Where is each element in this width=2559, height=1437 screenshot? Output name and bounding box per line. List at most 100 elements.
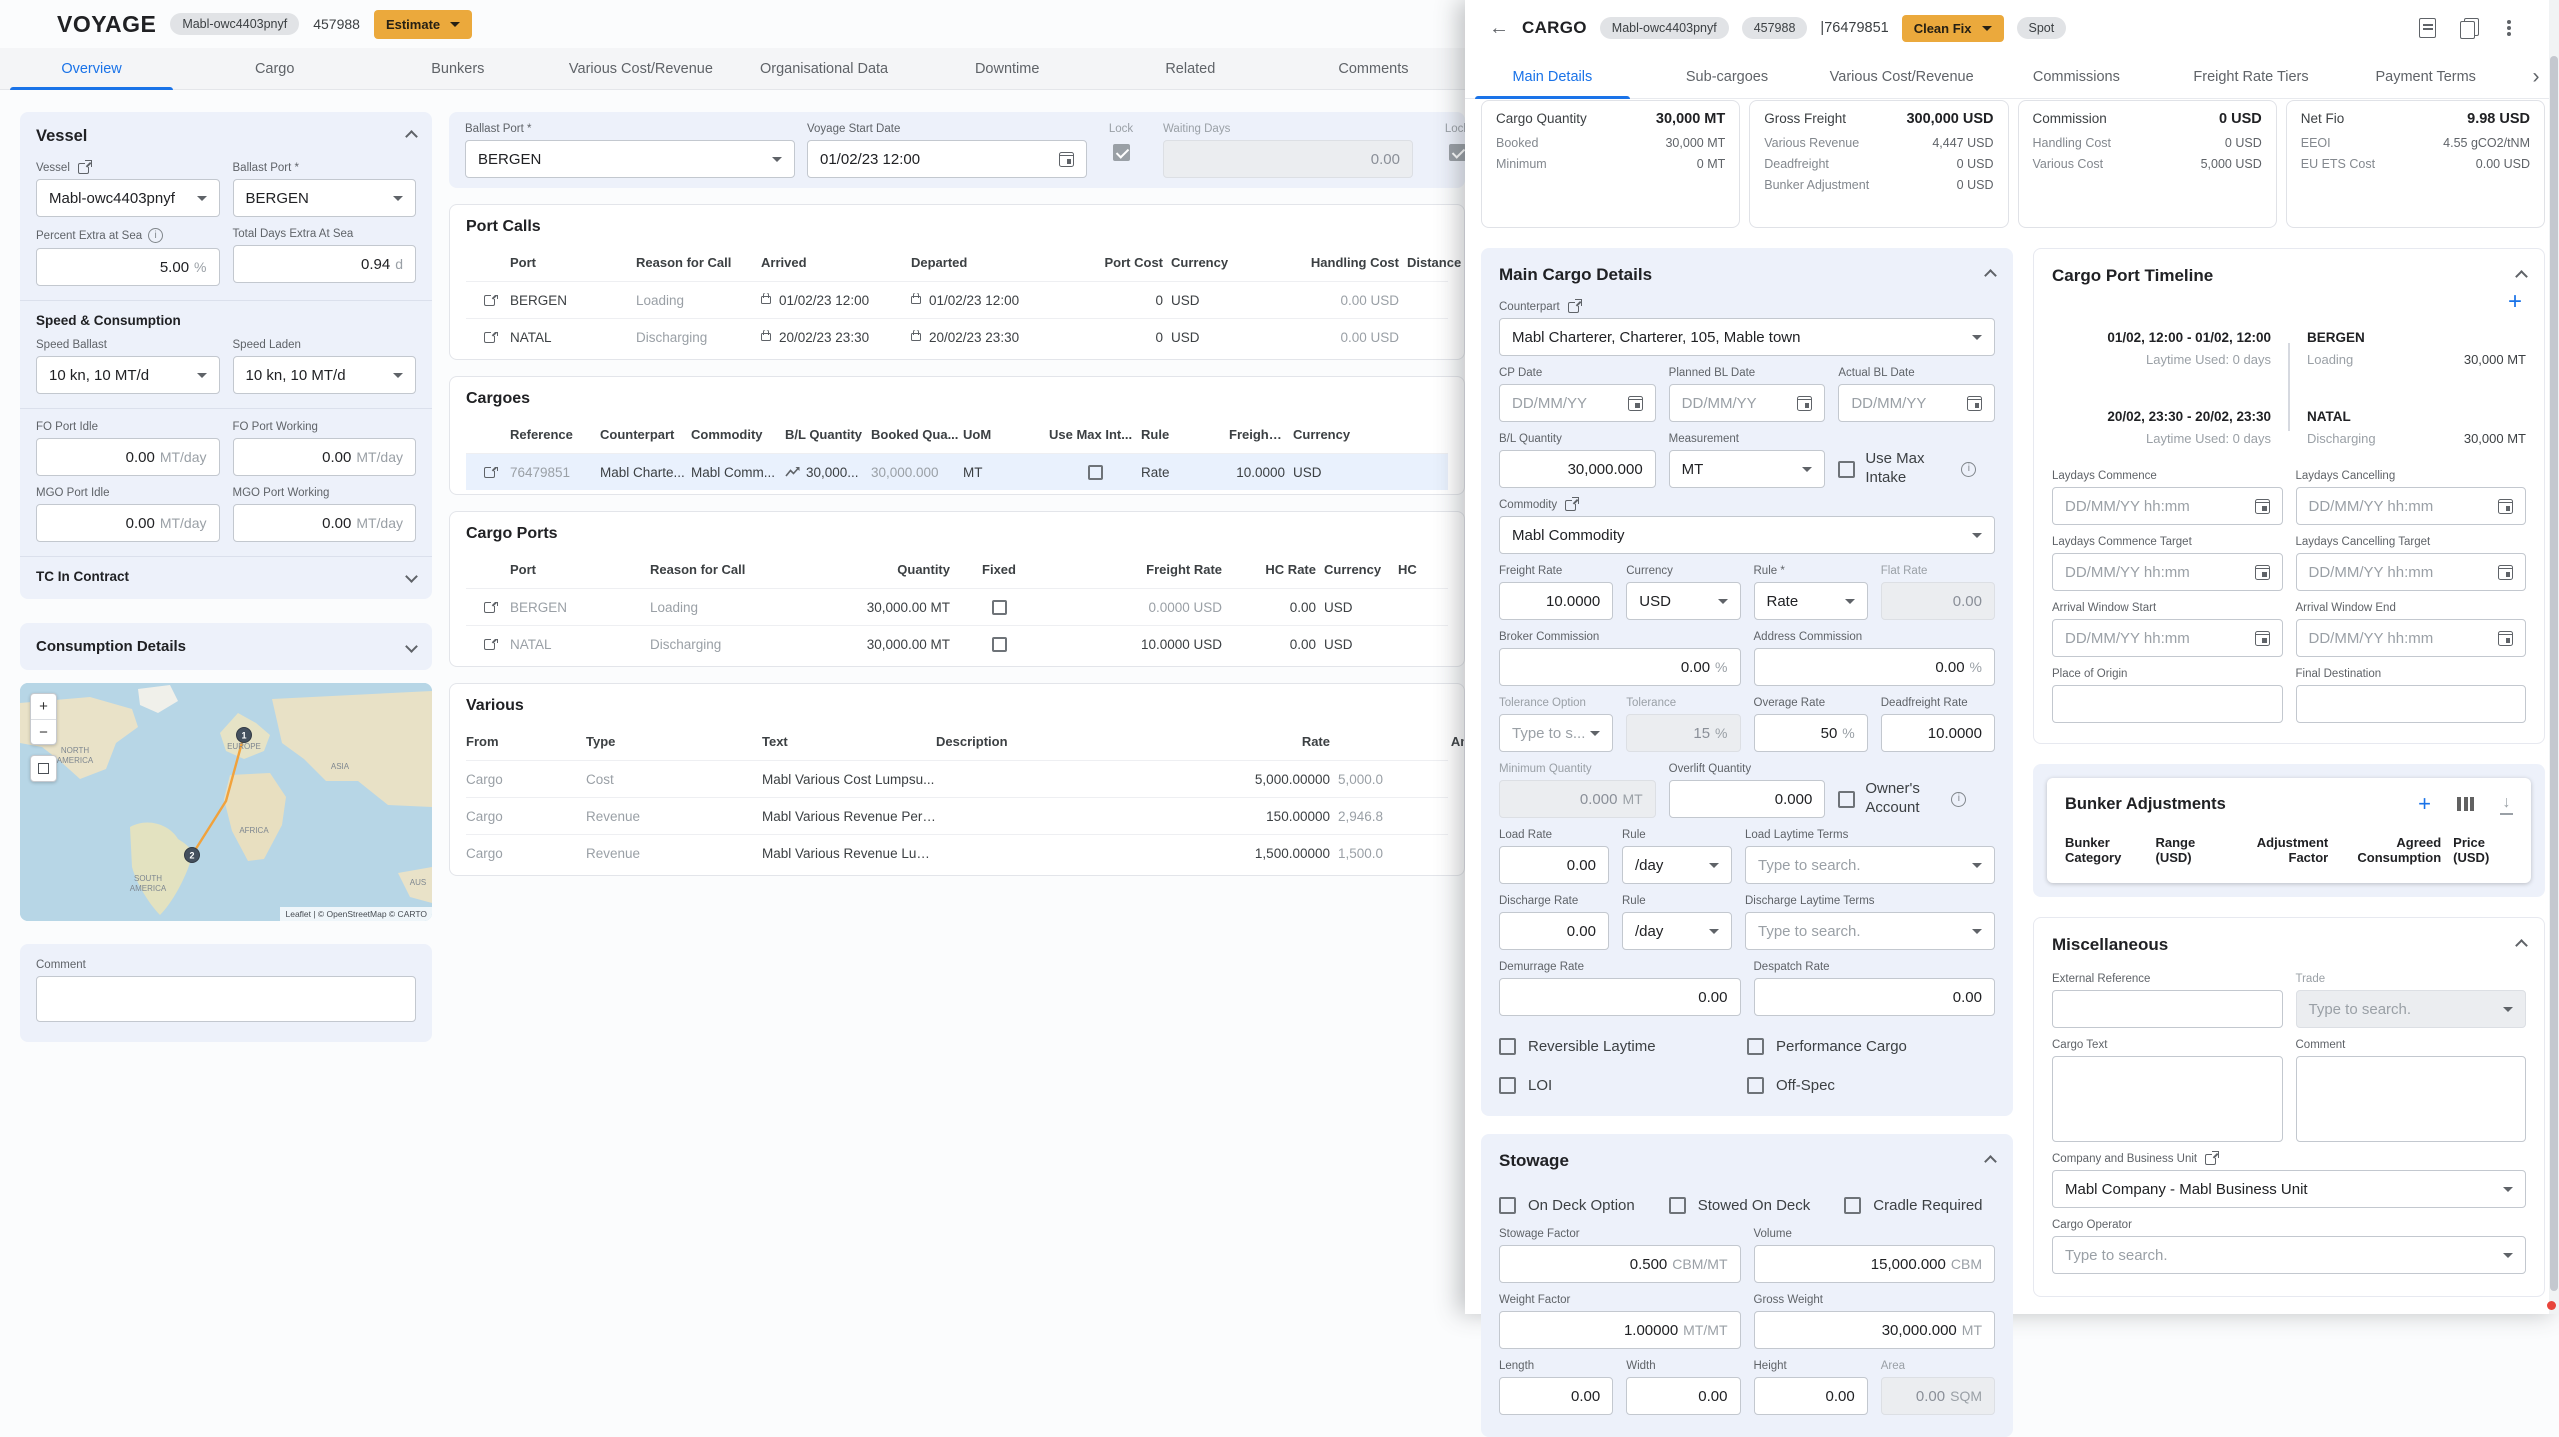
map-zoom-out-button[interactable]: − [31,719,56,744]
length-field[interactable]: 0.00 [1499,1377,1613,1415]
cp-date-input[interactable]: DD/MM/YY [1499,384,1656,422]
discharge-rule-select[interactable]: /day [1622,912,1732,950]
fixed-checkbox[interactable] [992,600,1007,615]
download-icon[interactable]: ↓ [2500,794,2513,815]
measurement-select[interactable]: MT [1669,450,1826,488]
copy-icon[interactable] [2460,18,2479,39]
tab-sub-cargoes[interactable]: Sub-cargoes [1640,56,1815,98]
gross-weight-field[interactable]: 30,000.000MT [1754,1311,1996,1349]
calendar-icon[interactable] [1967,396,1982,411]
open-cargo-port-icon[interactable] [484,602,495,613]
final-destination-input[interactable] [2296,685,2527,723]
off-spec-checkbox-row[interactable]: Off-Spec [1747,1077,1995,1094]
table-row[interactable]: NATAL Discharging 20/02/23 23:30 20/02/2… [466,318,1448,355]
open-port-call-icon[interactable] [484,295,495,306]
cargo-comment-input[interactable] [2296,1056,2527,1142]
freight-rate-field[interactable]: 10.0000 [1499,582,1613,620]
off-spec-checkbox[interactable] [1747,1077,1764,1094]
topbar-ballast-port-select[interactable]: BERGEN [465,140,795,178]
table-row[interactable]: Cargo Revenue Mabl Various Revenue Lum..… [466,834,1448,871]
estimate-button[interactable]: Estimate [374,10,472,39]
arrival-window-start-input[interactable]: DD/MM/YY hh:mm [2052,619,2283,657]
overlift-quantity-field[interactable]: 0.000 [1669,780,1826,818]
load-laytime-terms-select[interactable]: Type to search. [1745,846,1995,884]
open-cargo-port-icon[interactable] [484,639,495,650]
tab-various-cost-revenue[interactable]: Various Cost/Revenue [549,48,732,89]
external-link-icon[interactable] [1565,500,1576,511]
calendar-icon[interactable] [2255,565,2270,580]
table-row[interactable]: BERGEN Loading 01/02/23 12:00 01/02/23 1… [466,281,1448,318]
fixed-checkbox[interactable] [992,637,1007,652]
reversible-laytime-checkbox[interactable] [1499,1038,1516,1055]
tab-organisational-data[interactable]: Organisational Data [733,48,916,89]
calendar-icon[interactable] [2498,499,2513,514]
collapse-icon[interactable] [2515,270,2528,283]
laydays-cancelling-target-input[interactable]: DD/MM/YY hh:mm [2296,553,2527,591]
calendar-icon[interactable] [2255,631,2270,646]
discharge-laytime-terms-select[interactable]: Type to search. [1745,912,1995,950]
add-bunker-adjustment-button[interactable]: + [2418,793,2431,815]
external-link-icon[interactable] [78,163,89,174]
performance-cargo-checkbox-row[interactable]: Performance Cargo [1747,1038,1995,1055]
map-zoom-in-button[interactable]: + [31,694,56,719]
on-deck-option-row[interactable]: On Deck Option [1499,1197,1635,1214]
tab-related[interactable]: Related [1099,48,1282,89]
address-commission-field[interactable]: 0.00% [1754,648,1996,686]
columns-icon[interactable] [2457,797,2474,811]
bl-quantity-field[interactable]: 30,000.000 [1499,450,1656,488]
speed-laden-select[interactable]: 10 kn, 10 MT/d [233,356,417,394]
voyage-comment-input[interactable] [36,976,416,1022]
kebab-menu-icon[interactable] [2507,26,2511,30]
back-arrow-icon[interactable]: ← [1489,17,1509,40]
calendar-icon[interactable] [1628,396,1643,411]
ballast-port-select[interactable]: BERGEN [233,179,417,217]
stowed-on-deck-row[interactable]: Stowed On Deck [1669,1197,1811,1214]
place-of-origin-input[interactable] [2052,685,2283,723]
collapse-icon[interactable] [1984,269,1997,282]
company-business-unit-select[interactable]: Mabl Company - Mabl Business Unit [2052,1170,2526,1208]
cargo-operator-select[interactable]: Type to search. [2052,1236,2526,1274]
speed-ballast-select[interactable]: 10 kn, 10 MT/d [36,356,220,394]
tab-downtime[interactable]: Downtime [916,48,1099,89]
calendar-icon[interactable] [2498,565,2513,580]
tab-commissions[interactable]: Commissions [1989,56,2164,98]
external-reference-input[interactable] [2052,990,2283,1028]
tolerance-option-select[interactable]: Type to s... [1499,714,1613,752]
reversible-laytime-checkbox-row[interactable]: Reversible Laytime [1499,1038,1747,1055]
mgo-port-working-field[interactable]: 0.00MT/day [233,504,417,542]
arrival-window-end-input[interactable]: DD/MM/YY hh:mm [2296,619,2527,657]
broker-commission-field[interactable]: 0.00% [1499,648,1741,686]
map-fullscreen-button[interactable] [30,755,57,782]
use-max-intake-checkbox[interactable] [1838,461,1855,478]
deadfreight-rate-field[interactable]: 10.0000 [1881,714,1995,752]
voyage-route-map[interactable]: NORTH AMERICA SOUTH AMERICA EUROPE AFRIC… [20,683,432,921]
mgo-port-idle-field[interactable]: 0.00MT/day [36,504,220,542]
calendar-icon[interactable] [2255,499,2270,514]
cargo-text-input[interactable] [2052,1056,2283,1142]
counterpart-select[interactable]: Mabl Charterer, Charterer, 105, Mable to… [1499,318,1995,356]
stowage-factor-field[interactable]: 0.500CBM/MT [1499,1245,1741,1283]
collapse-icon[interactable] [2515,939,2528,952]
loi-checkbox[interactable] [1499,1077,1516,1094]
fo-port-idle-field[interactable]: 0.00MT/day [36,438,220,476]
collapse-icon[interactable] [405,130,418,143]
scrollbar-thumb[interactable] [2550,56,2558,1291]
clean-fix-button[interactable]: Clean Fix [1902,15,2004,42]
tc-in-contract-toggle[interactable]: TC In Contract [36,569,416,584]
load-rate-field[interactable]: 0.00 [1499,846,1609,884]
tab-bunkers[interactable]: Bunkers [366,48,549,89]
actual-bl-date-input[interactable]: DD/MM/YY [1838,384,1995,422]
tab-comments[interactable]: Comments [1282,48,1465,89]
tab-freight-rate-tiers[interactable]: Freight Rate Tiers [2164,56,2339,98]
laydays-commence-input[interactable]: DD/MM/YY hh:mm [2052,487,2283,525]
stowed-on-deck-checkbox[interactable] [1669,1197,1686,1214]
planned-bl-date-input[interactable]: DD/MM/YY [1669,384,1826,422]
open-cargo-icon[interactable] [484,467,495,478]
height-field[interactable]: 0.00 [1754,1377,1868,1415]
weight-factor-field[interactable]: 1.00000MT/MT [1499,1311,1741,1349]
collapse-icon[interactable] [1984,1155,1997,1168]
width-field[interactable]: 0.00 [1626,1377,1740,1415]
timeline-entry[interactable]: 01/02, 12:00 - 01/02, 12:00 Laytime Used… [2052,330,2526,367]
performance-cargo-checkbox[interactable] [1747,1038,1764,1055]
table-row[interactable]: 76479851 Mabl Charte... Mabl Comm... 30,… [466,453,1448,490]
